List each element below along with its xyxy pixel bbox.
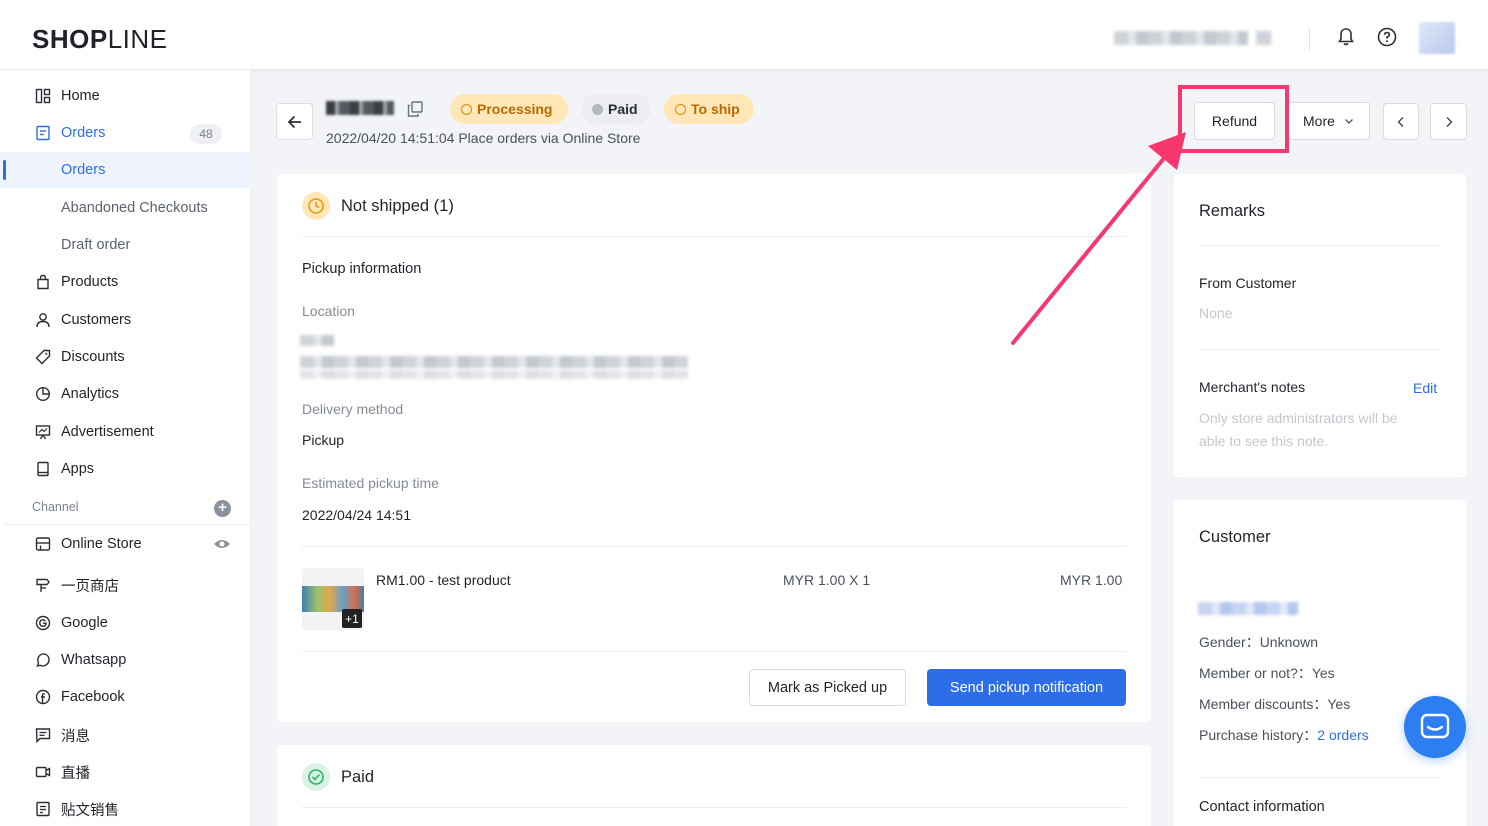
annotation-arrow-icon: [1011, 132, 1186, 345]
